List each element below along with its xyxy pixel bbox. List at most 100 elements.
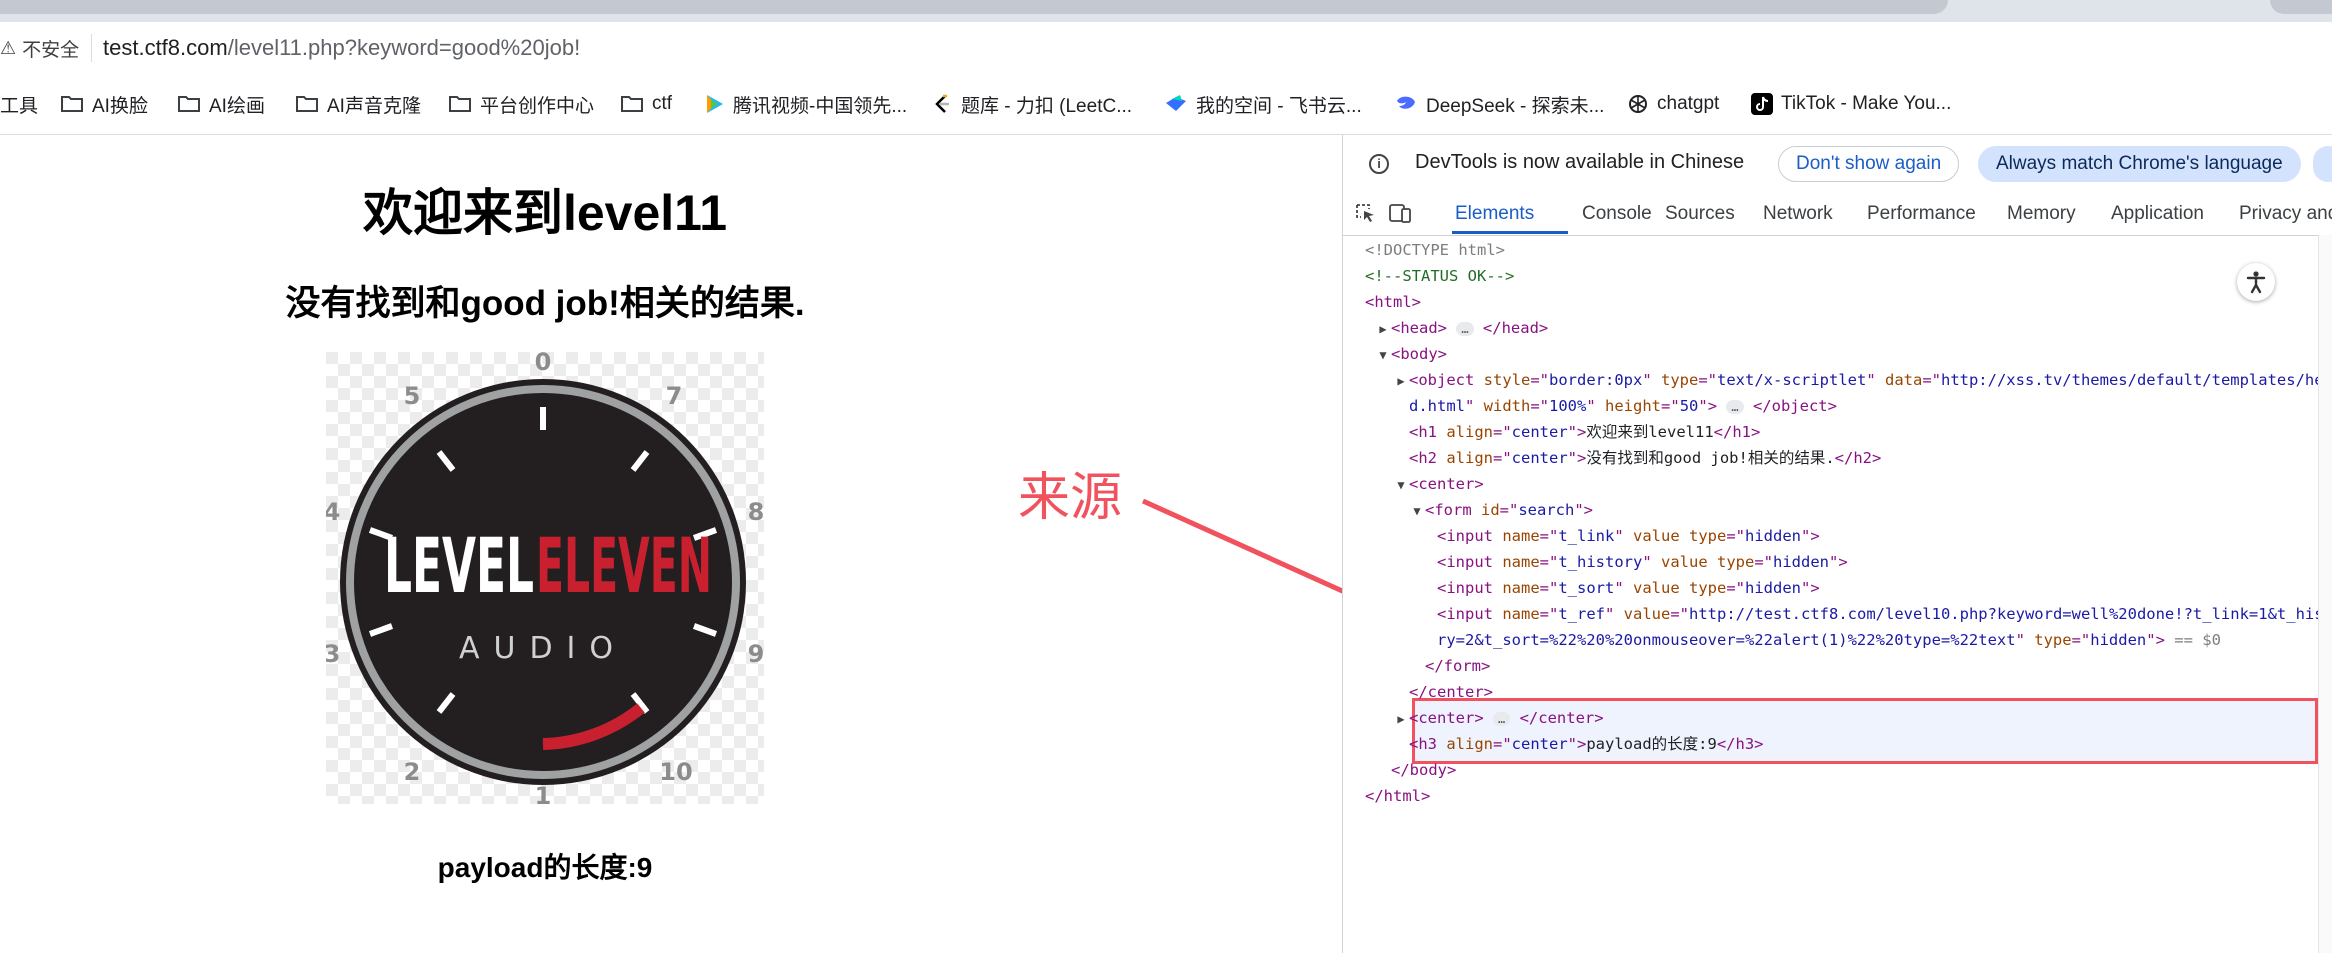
warning-icon: ⚠	[0, 37, 17, 58]
page-heading: 欢迎来到level11	[362, 185, 728, 241]
bookmark-feishu[interactable]: 我的空间 - 飞书云...	[1164, 90, 1362, 118]
dom-doctype[interactable]: <!DOCTYPE html>	[1365, 237, 1505, 263]
infobar-overflow-button[interactable]	[2313, 146, 2332, 182]
url-field[interactable]: test.ctf8.com/level11.php?keyword=good%2…	[103, 33, 580, 63]
expanded-triangle-icon[interactable]: ▼	[1393, 472, 1409, 498]
logo-sub-audio: AUDIO	[459, 631, 627, 666]
dial-number: 0	[535, 352, 552, 376]
accessibility-tree-button[interactable]	[2237, 263, 2275, 301]
dom-h3[interactable]: <h3 align="center">payload的长度:9</h3>	[1409, 731, 1764, 757]
feishu-icon	[1166, 95, 1186, 111]
expanded-triangle-icon[interactable]: ▼	[1409, 498, 1425, 524]
level-eleven-logo: LEVEL ELEVEN AUDIO 0 1 2 3 4 5 7 8 9 10	[324, 348, 765, 810]
tab-privacy[interactable]: Privacy and	[2239, 203, 2332, 225]
dial-number: 4	[326, 498, 340, 526]
infobar-message: DevTools is now available in Chinese	[1415, 151, 1745, 173]
dom-comment[interactable]: <!--STATUS OK-->	[1365, 263, 1514, 289]
bookmark-tiktok[interactable]: TikTok - Make You...	[1751, 90, 1951, 118]
dial-number: 3	[326, 640, 340, 668]
ellipsis-badge[interactable]: …	[1726, 399, 1744, 414]
dial-number: 2	[404, 758, 421, 786]
dom-center-2[interactable]: ▶ <center> … </center>	[1393, 705, 1603, 732]
bookmark-label: 我的空间 - 飞书云...	[1196, 95, 1362, 117]
dom-h1[interactable]: <h1 align="center">欢迎来到level11</h1>	[1409, 419, 1760, 445]
bookmark-ctf[interactable]: ctf	[620, 90, 672, 118]
dom-form-open[interactable]: ▼ <form id="search">	[1409, 497, 1593, 524]
folder-icon	[178, 96, 200, 112]
dom-input-sort[interactable]: <input name="t_sort" value type="hidden"…	[1437, 575, 1820, 601]
devtools-tabbar: Elements Console Sources Network Perform…	[1343, 193, 2332, 236]
devtools-language-infobar: i DevTools is now available in Chinese D…	[1343, 135, 2332, 193]
device-toolbar-icon[interactable]	[1389, 203, 1411, 223]
dont-show-again-button[interactable]: Don't show again	[1778, 146, 1960, 182]
tab-application[interactable]: Application	[2111, 203, 2204, 225]
leetcode-icon	[935, 94, 949, 113]
bookmark-creator-center[interactable]: 平台创作中心	[448, 90, 594, 118]
bookmark-tools[interactable]: 工具	[0, 90, 38, 118]
active-tab-indicator	[1452, 231, 1568, 234]
collapsed-triangle-icon[interactable]: ▶	[1375, 316, 1391, 342]
inspect-element-icon[interactable]	[1355, 203, 1377, 223]
expanded-triangle-icon[interactable]: ▼	[1375, 342, 1391, 368]
dom-center-open[interactable]: ▼ <center>	[1393, 471, 1483, 498]
tab-elements[interactable]: Elements	[1455, 203, 1534, 225]
dom-object-cont[interactable]: d.html" width="100%" height="50"> … </ob…	[1409, 393, 1837, 419]
collapsed-triangle-icon[interactable]: ▶	[1393, 368, 1409, 394]
chatgpt-icon	[1629, 95, 1647, 113]
tiktok-icon	[1751, 93, 1773, 115]
devtools-panel: i DevTools is now available in Chinese D…	[1342, 135, 2332, 953]
tab-performance[interactable]: Performance	[1867, 203, 1976, 225]
active-tab-edge[interactable]	[0, 0, 1948, 14]
always-match-language-button[interactable]: Always match Chrome's language	[1978, 146, 2301, 182]
url-path: /level11.php?keyword=good%20job!	[227, 35, 581, 60]
dom-input-ref-cont[interactable]: ry=2&t_sort=%22%20%20onmouseover=%22aler…	[1437, 627, 2221, 653]
tab-console[interactable]: Console	[1582, 203, 1652, 225]
selected-node-marker: == $0	[2174, 631, 2221, 649]
bookmark-label: chatgpt	[1657, 93, 1720, 114]
logo-word-eleven: ELEVEN	[536, 521, 712, 610]
annotation-label: 来源	[1018, 469, 1123, 527]
bookmark-label: DeepSeek - 探索未...	[1426, 95, 1605, 117]
search-result-heading: 没有找到和good job!相关的结果.	[285, 284, 805, 323]
security-label: 不安全	[22, 39, 80, 61]
dom-html-open[interactable]: <html>	[1365, 289, 1421, 315]
bookmark-deepseek[interactable]: DeepSeek - 探索未...	[1394, 90, 1604, 118]
bookmark-ai-voice[interactable]: AI声音克隆	[295, 90, 421, 118]
tencent-video-icon	[707, 95, 723, 113]
dial-number: 9	[748, 640, 764, 668]
bookmark-chatgpt[interactable]: chatgpt	[1627, 90, 1719, 118]
dial-number: 7	[666, 382, 683, 410]
tab-memory[interactable]: Memory	[2007, 203, 2076, 225]
bookmark-tencent-video[interactable]: 腾讯视频-中国领先...	[703, 90, 907, 118]
dom-body-close[interactable]: </body>	[1391, 757, 1456, 783]
dom-input-link[interactable]: <input name="t_link" value type="hidden"…	[1437, 523, 1820, 549]
tab-sources[interactable]: Sources	[1665, 203, 1735, 225]
dom-form-close[interactable]: </form>	[1425, 653, 1490, 679]
dial-number: 8	[748, 498, 764, 526]
dom-html-close[interactable]: </html>	[1365, 783, 1430, 809]
bookmark-leetcode[interactable]: 题库 - 力扣 (LeetC...	[931, 90, 1132, 118]
ellipsis-badge[interactable]: …	[1493, 711, 1511, 726]
bookmark-label: AI声音克隆	[327, 95, 421, 117]
bookmark-label: AI换脸	[92, 95, 148, 117]
security-chip[interactable]: ⚠ 不安全	[0, 34, 93, 62]
tab-edge-right[interactable]	[2270, 0, 2332, 14]
dom-center-close[interactable]: </center>	[1409, 679, 1493, 705]
tab-network[interactable]: Network	[1763, 203, 1833, 225]
dial-number: 5	[404, 382, 421, 410]
bookmark-label: 题库 - 力扣 (LeetC...	[961, 95, 1133, 117]
dom-object[interactable]: ▶ <object style="border:0px" type="text/x…	[1393, 367, 2332, 394]
bookmark-ai-draw[interactable]: AI绘画	[177, 90, 265, 118]
elements-scrollbar[interactable]	[2318, 235, 2332, 953]
dom-input-ref[interactable]: <input name="t_ref" value="http://test.c…	[1437, 601, 2332, 627]
dom-input-history[interactable]: <input name="t_history" value type="hidd…	[1437, 549, 1848, 575]
dom-head[interactable]: ▶ <head> … </head>	[1375, 315, 1548, 342]
bookmark-ai-face[interactable]: AI换脸	[60, 90, 148, 118]
payload-length: payload的长度:9	[437, 852, 653, 883]
collapsed-triangle-icon[interactable]: ▶	[1393, 706, 1409, 732]
dom-body-open[interactable]: ▼ <body>	[1375, 341, 1447, 368]
bookmark-label: ctf	[652, 93, 673, 114]
dom-h2[interactable]: <h2 align="center">没有找到和good job!相关的结果.<…	[1409, 445, 1881, 471]
ellipsis-badge[interactable]: …	[1456, 321, 1474, 336]
bookmark-label: 工具	[0, 95, 39, 117]
